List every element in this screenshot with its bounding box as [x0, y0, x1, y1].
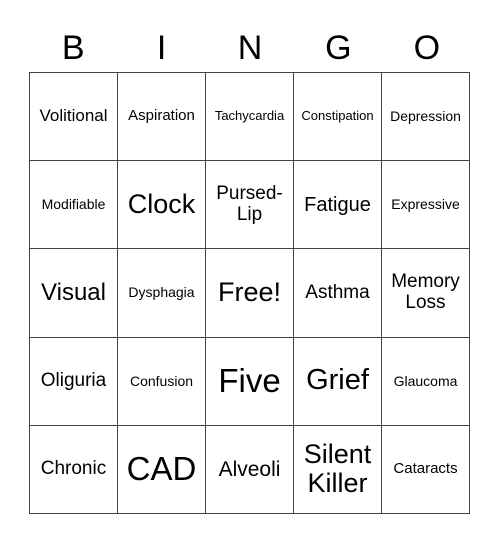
- bingo-cell[interactable]: Depression: [382, 73, 470, 162]
- header-letter-n: N: [237, 29, 263, 67]
- bingo-cell[interactable]: Silent Killer: [294, 425, 382, 514]
- bingo-cell[interactable]: Oliguria: [30, 337, 118, 426]
- bingo-cell[interactable]: Modifiable: [30, 161, 118, 250]
- free-space-cell[interactable]: Free!: [206, 249, 294, 338]
- bingo-cell[interactable]: Expressive: [382, 161, 470, 250]
- header-letter-b: B: [61, 29, 85, 67]
- bingo-cell[interactable]: Visual: [30, 249, 118, 338]
- bingo-cell[interactable]: Constipation: [294, 73, 382, 162]
- bingo-cell[interactable]: Volitional: [30, 73, 118, 162]
- header-letter-g: G: [325, 29, 352, 67]
- bingo-cell[interactable]: Memory Loss: [382, 249, 470, 338]
- header-letter-o: O: [413, 29, 441, 67]
- bingo-cell[interactable]: CAD: [118, 425, 206, 514]
- bingo-cell[interactable]: Pursed-Lip: [206, 161, 294, 250]
- bingo-cell[interactable]: Dysphagia: [118, 249, 206, 338]
- bingo-cell[interactable]: Fatigue: [294, 161, 382, 250]
- bingo-cell[interactable]: Grief: [294, 337, 382, 426]
- bingo-cell[interactable]: Asthma: [294, 249, 382, 338]
- bingo-cell[interactable]: Cataracts: [382, 425, 470, 514]
- bingo-cell[interactable]: Alveoli: [206, 425, 294, 514]
- bingo-cell[interactable]: Chronic: [30, 425, 118, 514]
- bingo-header: B I N G O: [29, 24, 471, 72]
- bingo-cell[interactable]: Aspiration: [118, 73, 206, 162]
- bingo-cell[interactable]: Confusion: [118, 337, 206, 426]
- bingo-board: Volitional Aspiration Tachycardia Consti…: [29, 72, 470, 514]
- bingo-cell[interactable]: Tachycardia: [206, 73, 294, 162]
- header-letter-i: I: [156, 29, 167, 67]
- bingo-cell[interactable]: Clock: [118, 161, 206, 250]
- bingo-cell[interactable]: Glaucoma: [382, 337, 470, 426]
- bingo-cell[interactable]: Five: [206, 337, 294, 426]
